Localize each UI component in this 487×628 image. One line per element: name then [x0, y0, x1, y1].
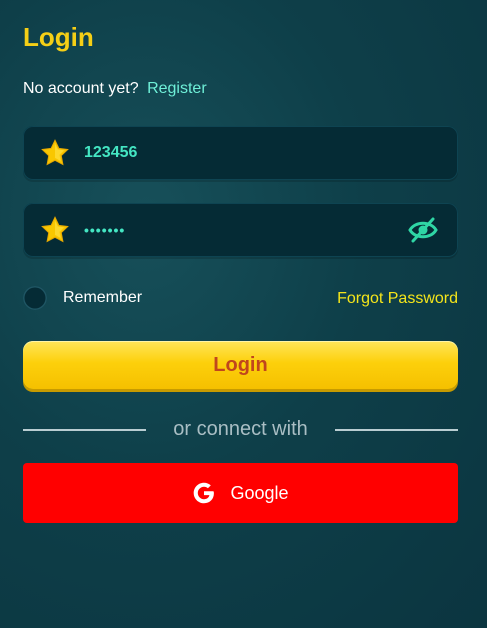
- divider: or connect with: [23, 417, 458, 443]
- remember-toggle[interactable]: Remember: [23, 286, 142, 310]
- remember-checkbox[interactable]: [23, 286, 47, 310]
- username-value: 123456: [84, 144, 138, 161]
- password-value: •••••••: [84, 222, 126, 238]
- star-icon: [41, 216, 69, 243]
- page-title: Login: [23, 22, 94, 52]
- eye-off-icon[interactable]: [408, 216, 438, 244]
- register-link[interactable]: Register: [147, 80, 207, 97]
- google-g-icon: [194, 482, 215, 504]
- google-login-button[interactable]: Google: [23, 463, 458, 523]
- account-prompt-text: No account yet?: [23, 80, 139, 97]
- username-field[interactable]: 123456: [23, 126, 458, 180]
- login-button[interactable]: Login: [23, 341, 458, 389]
- star-icon: [41, 139, 69, 166]
- google-label: Google: [230, 482, 289, 503]
- divider-line-right: [335, 429, 458, 431]
- account-prompt: No account yet? Register: [23, 80, 207, 98]
- remember-label: Remember: [63, 289, 143, 306]
- forgot-password-link[interactable]: Forgot Password: [337, 290, 458, 308]
- password-field[interactable]: •••••••: [23, 203, 458, 257]
